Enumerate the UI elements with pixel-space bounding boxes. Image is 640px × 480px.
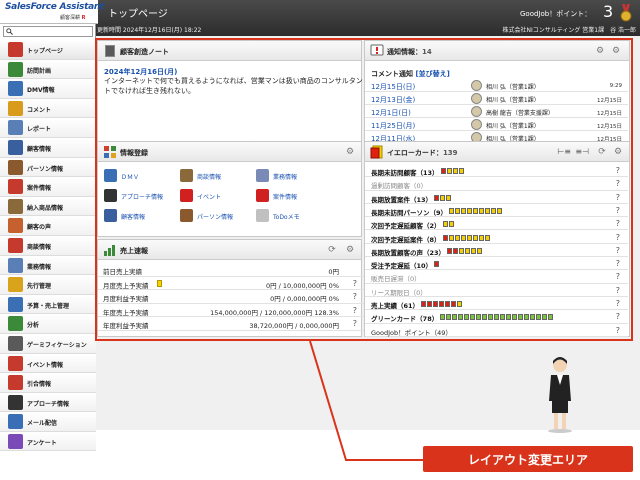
report-icon [8, 120, 23, 136]
sidebar-item-building[interactable]: 顧客情報 [0, 137, 96, 158]
voice-icon [8, 218, 23, 234]
app-window: トップページ GoodJob！ポイント： 3 更新時間 2024年12月16日(… [0, 0, 640, 480]
headset-icon [8, 394, 23, 410]
sidebar-item-label: DMV情報 [27, 87, 55, 95]
sidebar-item-chart[interactable]: DMV情報 [0, 79, 96, 99]
chart-icon [8, 81, 23, 97]
page-title: トップページ [108, 9, 168, 20]
analysis-icon [8, 316, 23, 332]
sidebar-item-label: メール配信 [27, 420, 58, 428]
comment-icon [8, 100, 23, 116]
mail-icon [8, 414, 23, 430]
sidebar-item-voice[interactable]: 顧客の声 [0, 216, 96, 236]
sidebar-nav: トップページ 訪問計画 DMV情報コメントレポート顧客情報パーソン情報 案件情報納入商… [0, 40, 96, 452]
medal-icon[interactable] [619, 4, 633, 22]
sidebar-item-rainbow[interactable]: アンケート [0, 431, 96, 452]
flag-icon [8, 355, 23, 371]
sidebar-item-label: 案件情報 [27, 185, 52, 193]
sidebar-item-mail[interactable]: メール配信 [0, 412, 96, 432]
layout-change-badge: レイアウト変更エリア [423, 446, 633, 472]
sidebar-item-label: 業務情報 [27, 263, 52, 271]
goodjob-value: 3 [603, 2, 614, 21]
sidebar-item-target[interactable]: 案件情報 [0, 177, 96, 197]
sidebar-item-person[interactable]: パーソン情報 [0, 157, 96, 178]
sidebar-item-game[interactable]: ゲーミフィケーション [0, 333, 96, 354]
sidebar-item-headset[interactable]: アプローチ情報 [0, 392, 96, 413]
rainbow-icon [8, 433, 23, 449]
person-icon [8, 159, 23, 175]
sidebar-item-label: 商談情報 [27, 243, 52, 251]
sidebar-item-label: ゲーミフィケーション [27, 341, 87, 349]
sidebar-item-comment[interactable]: コメント [0, 98, 96, 119]
sidebar-item-label: 先行管理 [27, 283, 52, 291]
sidebar-item-label: 引合情報 [27, 381, 52, 389]
sidebar-item-label: パーソン情報 [27, 165, 64, 173]
sidebar-item-label: 顧客の声 [27, 224, 52, 232]
sidebar-item-flower[interactable]: 先行管理 [0, 275, 96, 295]
game-icon [8, 335, 23, 351]
building-icon [8, 139, 23, 155]
sidebar-item-report[interactable]: レポート [0, 118, 96, 138]
sidebar-item-analysis[interactable]: 分析 [0, 314, 96, 334]
app-logo[interactable]: SalesForce Assistant 顧客深耕 R [0, 0, 104, 24]
target-icon [8, 179, 23, 195]
guide-character [548, 357, 572, 433]
goodjob-label: GoodJob！ポイント： [520, 10, 592, 18]
sidebar-item-label: 訪問計画 [27, 67, 52, 75]
graph-icon [8, 296, 23, 312]
sidebar-item-flag[interactable]: イベント情報 [0, 353, 96, 374]
sidebar-item-inquiry[interactable]: 引合情報 [0, 373, 96, 393]
sidebar: トップページ 訪問計画 DMV情報コメントレポート顧客情報パーソン情報 案件情報納入商… [0, 24, 96, 452]
sidebar-item-calendar[interactable]: 訪問計画 [0, 59, 96, 80]
sidebar-item-label: レポート [27, 126, 52, 134]
house-icon [8, 42, 23, 57]
sidebar-item-label: 分析 [27, 322, 40, 330]
logo-subtitle: 顧客深耕 R [60, 15, 86, 21]
inquiry-icon [8, 375, 23, 391]
search-icon [6, 28, 13, 35]
sidebar-item-label: イベント情報 [27, 361, 64, 369]
sidebar-item-label: コメント [27, 106, 52, 114]
updated-time: 更新時間 2024年12月16日(月) 18:22 [97, 27, 202, 34]
company-user: 株式会社NIコンサルティング 営業1課 谷 浩一郎 [502, 27, 636, 34]
book-icon [8, 237, 23, 253]
sidebar-item-label: アプローチ情報 [27, 400, 70, 408]
layout-change-area [95, 38, 633, 341]
logo-text: SalesForce Assistant [5, 2, 104, 12]
sidebar-item-clipboard[interactable]: 業務情報 [0, 255, 96, 276]
sidebar-item-label: 予算・売上管理 [27, 302, 70, 310]
flower-icon [8, 277, 23, 293]
sidebar-item-label: トップページ [27, 48, 63, 55]
sidebar-item-box[interactable]: 納入商品情報 [0, 196, 96, 217]
sidebar-item-graph[interactable]: 予算・売上管理 [0, 294, 96, 315]
sidebar-item-label: アンケート [27, 439, 57, 447]
sidebar-item-house[interactable]: トップページ [0, 40, 96, 60]
sidebar-item-label: 顧客情報 [27, 145, 52, 153]
box-icon [8, 198, 23, 214]
calendar-icon [8, 61, 23, 77]
clipboard-icon [8, 257, 23, 273]
search-input[interactable] [3, 26, 93, 37]
sidebar-item-book[interactable]: 商談情報 [0, 235, 96, 256]
sidebar-item-label: 納入商品情報 [27, 204, 64, 212]
